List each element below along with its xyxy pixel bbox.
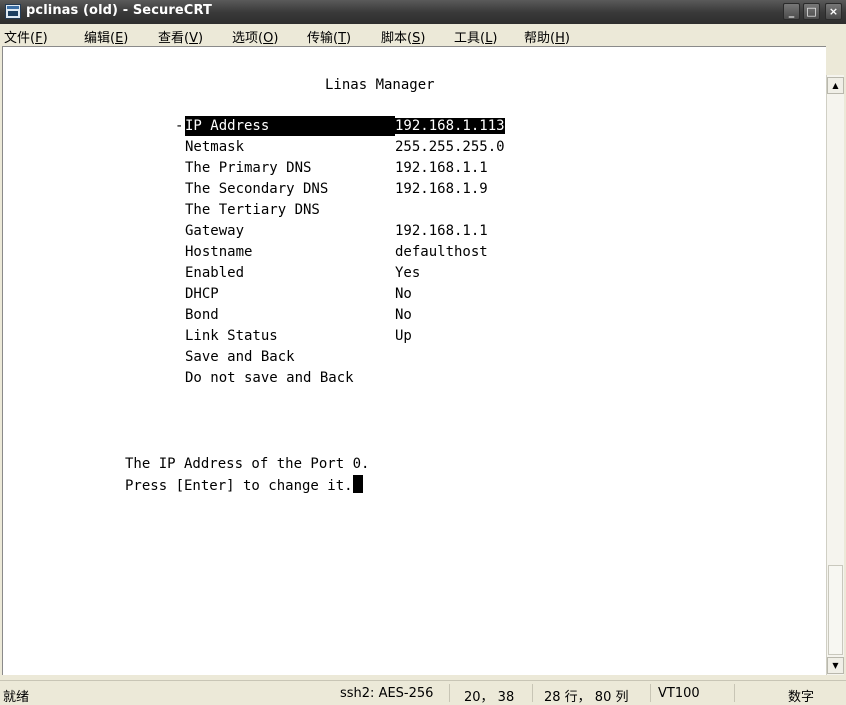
field-label: DHCP xyxy=(185,286,219,302)
menu-tail: ) xyxy=(197,31,204,46)
status-divider xyxy=(449,684,450,702)
vertical-scrollbar[interactable]: ▲ ▼ xyxy=(826,75,844,675)
menu-row-netmask[interactable]: Netmask 255.255.255.0 xyxy=(185,137,505,157)
field-label: The Primary DNS xyxy=(185,160,312,176)
close-button[interactable]: × xyxy=(825,3,842,20)
field-value: defaulthost xyxy=(395,244,488,260)
menu-row-primary-dns[interactable]: The Primary DNS 192.168.1.1 xyxy=(185,158,488,178)
scrollbar-thumb[interactable] xyxy=(828,565,843,655)
menu-row-hostname[interactable]: Hostname defaulthost xyxy=(185,242,488,262)
field-value: Up xyxy=(395,328,412,344)
field-label: Bond xyxy=(185,307,219,323)
menu-script[interactable]: 脚本(S) xyxy=(381,27,425,46)
menu-row-dhcp[interactable]: DHCP No xyxy=(185,284,412,304)
menu-label: 脚本( xyxy=(381,31,413,46)
status-cipher: ssh2: AES-256 xyxy=(340,686,434,701)
help-message-line2: Press [Enter] to change it. xyxy=(125,475,363,496)
menu-row-tertiary-dns[interactable]: The Tertiary DNS xyxy=(185,200,395,220)
menu-tail: ) xyxy=(42,31,48,46)
menu-accel: T xyxy=(338,31,347,46)
menu-row-save-and-back[interactable]: Save and Back xyxy=(185,347,395,367)
menu-row-enabled[interactable]: Enabled Yes xyxy=(185,263,420,283)
field-label: Enabled xyxy=(185,265,245,281)
menu-row-secondary-dns[interactable]: The Secondary DNS 192.168.1.9 xyxy=(185,179,488,199)
menu-options[interactable]: 选项(O) xyxy=(232,27,278,46)
menu-view[interactable]: 查看(V) xyxy=(158,27,203,46)
menu-accel: O xyxy=(263,31,274,46)
menu-tail: ) xyxy=(346,31,352,46)
field-value: 192.168.1.113 xyxy=(395,118,505,134)
menu-accel: V xyxy=(189,31,198,46)
selection-marker: - xyxy=(175,118,184,134)
scroll-down-arrow-icon[interactable]: ▼ xyxy=(827,657,844,674)
field-label: Hostname xyxy=(185,244,253,260)
status-bar: 就绪 ssh2: AES-256 20， 38 28 行， 80 列 VT100… xyxy=(0,680,846,705)
window-title: pclinas (old) - SecureCRT xyxy=(26,3,212,18)
field-value: 255.255.255.0 xyxy=(395,139,505,155)
status-cursor-position: 20， 38 xyxy=(464,690,515,705)
menu-row-do-not-save-and-back[interactable]: Do not save and Back xyxy=(185,368,395,388)
terminal-header: Linas Manager xyxy=(325,77,435,93)
help-message-line1: The IP Address of the Port 0. xyxy=(125,456,370,472)
menu-label: 查看( xyxy=(158,31,190,46)
field-value: Yes xyxy=(395,265,421,281)
status-ready: 就绪 xyxy=(3,690,30,705)
menu-row-bond[interactable]: Bond No xyxy=(185,305,412,325)
status-divider xyxy=(650,684,651,702)
menu-transfer[interactable]: 传输(T) xyxy=(307,27,351,46)
field-label: Gateway xyxy=(185,223,245,239)
minimize-button[interactable]: _ xyxy=(783,3,800,20)
menu-label: 传输( xyxy=(307,31,339,46)
menu-help[interactable]: 帮助(H) xyxy=(524,27,570,46)
maximize-button[interactable]: □ xyxy=(803,3,820,20)
menu-label: 帮助( xyxy=(524,31,556,46)
menu-tools[interactable]: 工具(L) xyxy=(454,27,497,46)
field-value: 192.168.1.1 xyxy=(395,160,488,176)
menu-label: 选项( xyxy=(232,31,264,46)
status-dimensions: 28 行， 80 列 xyxy=(544,690,629,705)
menu-label: 工具( xyxy=(454,31,486,46)
menu-row-gateway[interactable]: Gateway 192.168.1.1 xyxy=(185,221,488,241)
terminal-area[interactable]: Linas Manager - IP Address 192.168.1.113 … xyxy=(2,46,826,675)
securecrt-app-icon[interactable] xyxy=(5,4,21,19)
menu-tail: ) xyxy=(420,31,426,46)
menu-label: 文件( xyxy=(4,31,36,46)
menu-tail: ) xyxy=(123,31,129,46)
status-emulation: VT100 xyxy=(658,686,700,701)
field-label: The Secondary DNS xyxy=(185,181,329,197)
field-label: Do not save and Back xyxy=(185,370,354,386)
field-label: The Tertiary DNS xyxy=(185,202,320,218)
menu-tail: ) xyxy=(492,31,498,46)
status-numlock: 数字 xyxy=(788,690,815,705)
help-message-text: Press [Enter] to change it. xyxy=(125,478,353,494)
menu-tail: ) xyxy=(564,31,570,46)
field-value: No xyxy=(395,286,412,302)
field-label: Save and Back xyxy=(185,349,295,365)
menu-bar: 文件(F) 编辑(E) 查看(V) 选项(O) 传输(T) 脚本(S) 工具(L… xyxy=(0,24,846,46)
scroll-up-arrow-icon[interactable]: ▲ xyxy=(827,77,844,94)
terminal-cursor xyxy=(352,475,363,493)
status-divider xyxy=(734,684,735,702)
field-label: Netmask xyxy=(185,139,245,155)
status-divider xyxy=(532,684,533,702)
menu-accel: F xyxy=(35,31,43,46)
field-value: No xyxy=(395,307,412,323)
menu-row-ip-address[interactable]: IP Address 192.168.1.113 xyxy=(185,116,505,136)
field-label: Link Status xyxy=(185,328,278,344)
menu-row-link-status[interactable]: Link Status Up xyxy=(185,326,412,346)
menu-edit[interactable]: 编辑(E) xyxy=(84,27,128,46)
field-value: 192.168.1.9 xyxy=(395,181,488,197)
menu-file[interactable]: 文件(F) xyxy=(4,27,48,46)
menu-accel: H xyxy=(555,31,565,46)
field-value: 192.168.1.1 xyxy=(395,223,488,239)
menu-tail: ) xyxy=(273,31,279,46)
menu-label: 编辑( xyxy=(84,31,116,46)
field-label: IP Address xyxy=(185,116,395,136)
title-bar[interactable]: pclinas (old) - SecureCRT _ □ × xyxy=(0,0,846,24)
